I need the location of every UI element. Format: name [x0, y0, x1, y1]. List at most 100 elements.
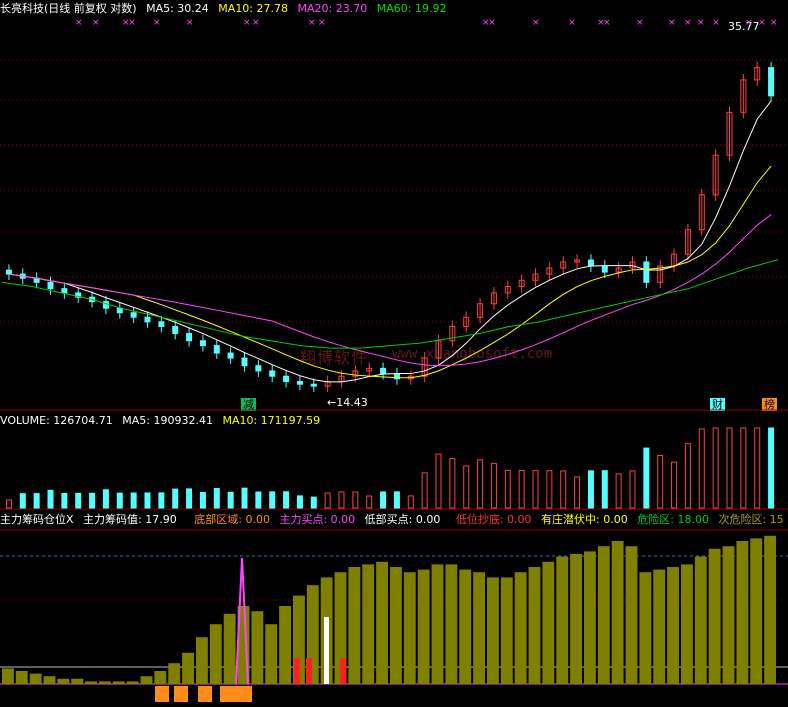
indicator-bar — [708, 548, 721, 684]
volume-bar — [407, 495, 414, 509]
signal-marker: × — [568, 18, 576, 28]
candle-body — [241, 357, 248, 367]
indicator-bar — [459, 569, 472, 684]
candle-body — [269, 370, 276, 377]
volume-bar — [47, 489, 54, 509]
candle-body — [172, 325, 179, 335]
indicator-bar — [736, 541, 749, 684]
indicator-bar — [15, 671, 28, 684]
volume-bar — [629, 470, 636, 509]
indicator-bar — [681, 564, 693, 684]
candle-body — [227, 352, 234, 359]
indicator-bar — [43, 676, 56, 684]
candle-body — [47, 281, 54, 290]
signal-marker: × — [636, 18, 644, 28]
indicator-bar — [431, 564, 444, 684]
volume-bar — [296, 495, 303, 509]
indicator-bar — [265, 624, 278, 684]
volume-bar — [698, 428, 705, 509]
volume-bar — [712, 427, 719, 509]
volume-bar — [255, 491, 262, 509]
volume-bar — [601, 470, 608, 509]
low-buy-bar — [324, 617, 329, 684]
candle-body — [601, 265, 608, 273]
signal-marker: × — [252, 18, 260, 28]
volume-bar — [158, 492, 165, 509]
candle-body — [255, 365, 262, 372]
low-bottom-bar — [306, 658, 312, 684]
volume-bar — [130, 492, 137, 509]
indicator-bar — [209, 624, 222, 684]
indicator-bar — [71, 678, 84, 684]
bottom-zone-bar — [155, 686, 169, 702]
volume-bar — [726, 427, 733, 509]
candle-body — [199, 340, 206, 347]
candle-body — [380, 367, 387, 375]
volume-bar — [671, 461, 678, 509]
volume-bar — [352, 491, 359, 509]
candle-body — [296, 381, 303, 385]
candle-body — [643, 261, 650, 283]
candle-body — [61, 288, 68, 294]
indicator-bar — [29, 673, 42, 684]
volume-bar — [75, 492, 82, 509]
volume-bar — [768, 427, 775, 509]
volume-bar — [241, 487, 248, 509]
signal-marker: × — [684, 18, 692, 28]
volume-bar — [5, 499, 12, 509]
ma20-line — [8, 214, 772, 367]
volume-bar — [532, 470, 539, 509]
volume-bar — [199, 492, 206, 509]
indicator-bar — [570, 554, 582, 684]
signal-marker: × — [668, 18, 676, 28]
indicator-bar — [251, 611, 264, 684]
volume-bar — [213, 488, 220, 509]
indicator-bar — [445, 564, 458, 684]
indicator-bar — [694, 556, 707, 684]
volume-bar — [338, 491, 345, 509]
candle-body — [144, 316, 151, 323]
indicator-bar — [376, 561, 388, 684]
volume-bar — [227, 491, 234, 509]
candle-body — [213, 345, 220, 354]
volume-bar — [366, 495, 373, 509]
volume-bar — [393, 491, 400, 509]
signal-marker: × — [186, 18, 194, 28]
indicator-bar — [85, 681, 97, 684]
stock-chart: × × ×× × × × × × × ×× × × ×× × × × × × × × × — [0, 18, 788, 702]
signal-marker: × — [603, 18, 611, 28]
volume-bar — [643, 447, 650, 509]
ma60-line — [1, 259, 779, 349]
volume-bar — [657, 455, 664, 509]
indicator-bar — [597, 546, 610, 684]
volume-bar — [477, 459, 484, 509]
indicator-bar — [625, 546, 638, 684]
indicator-bar — [514, 572, 527, 684]
indicator-bar — [528, 567, 541, 684]
volume-bar — [102, 489, 109, 509]
volume-bar — [186, 488, 193, 509]
bottom-zone-bar — [238, 686, 252, 702]
signal-marker: × — [488, 18, 496, 28]
signal-marker: × — [758, 18, 766, 28]
candle-body — [283, 375, 290, 383]
signal-marker: × — [745, 18, 753, 28]
indicator-bar — [57, 678, 70, 684]
candle-body — [130, 312, 137, 318]
volume-bar — [421, 472, 428, 509]
volume-bar — [324, 492, 331, 509]
volume-bar — [61, 492, 68, 509]
indicator-bar — [126, 681, 139, 684]
indicator-bar — [279, 606, 291, 684]
indicator-bar — [722, 546, 735, 684]
indicator-bar — [473, 572, 485, 684]
candle-body — [5, 269, 12, 275]
low-bottom-bar — [294, 658, 300, 684]
indicator-bar — [653, 569, 666, 684]
indicator-bar — [182, 652, 194, 684]
indicator-bar — [611, 541, 624, 684]
candle-body — [102, 301, 109, 309]
volume-bar — [89, 492, 96, 509]
signal-marker: × — [128, 18, 136, 28]
volume-bar — [172, 488, 179, 509]
